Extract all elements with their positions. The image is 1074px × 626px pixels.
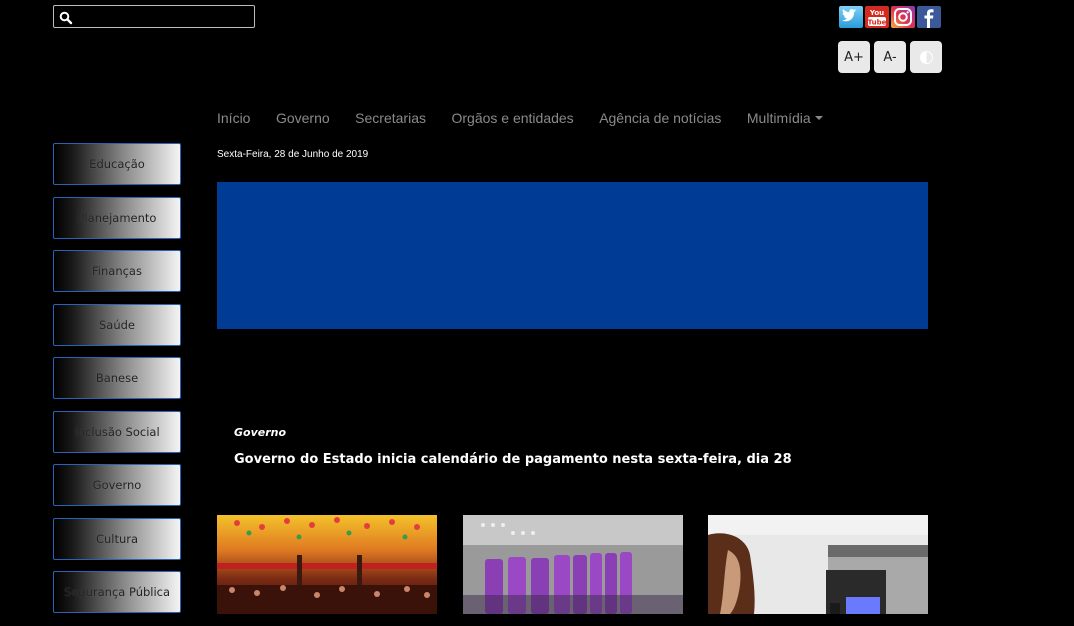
sidebar-item-label: Cultura xyxy=(95,531,139,546)
nav-item-multimidia-label: Multimídia xyxy=(746,110,811,126)
instagram-icon[interactable] xyxy=(891,6,915,28)
facebook-icon[interactable] xyxy=(917,6,941,28)
youtube-icon[interactable]: You Tube xyxy=(865,6,889,28)
sidebar-item-label: Banese xyxy=(95,371,139,385)
search-input[interactable] xyxy=(76,8,250,25)
search-field[interactable] xyxy=(53,5,255,28)
nav-item-orgaos[interactable]: Orgãos e entidades xyxy=(451,110,573,127)
twitter-icon[interactable] xyxy=(839,6,863,28)
svg-text:Tube: Tube xyxy=(868,19,887,27)
news-thumbnail-lab-equipment[interactable] xyxy=(708,515,928,614)
nav-item-secretarias[interactable]: Secretarias xyxy=(355,110,426,127)
news-title[interactable]: Governo do Estado inicia calendário de p… xyxy=(234,452,792,467)
search-icon xyxy=(59,10,73,25)
sidebar-item-label: Finanças xyxy=(92,264,142,278)
banner[interactable] xyxy=(217,182,928,329)
sidebar-item-label: Inclusão Social xyxy=(74,424,160,439)
chevron-down-icon xyxy=(814,116,823,120)
sidebar-item-financas[interactable]: Finanças xyxy=(53,250,181,292)
sidebar-item-seguranca-publica[interactable]: Segurança Pública xyxy=(53,571,181,613)
svg-text:You: You xyxy=(869,9,884,17)
nav-item-inicio[interactable]: Início xyxy=(217,110,250,127)
decrease-font-button[interactable]: A- xyxy=(874,41,906,73)
sidebar-item-label: Saúde xyxy=(98,317,135,332)
increase-font-button[interactable]: A+ xyxy=(838,41,870,73)
social-links: You Tube xyxy=(839,6,941,28)
contrast-button[interactable] xyxy=(910,41,942,73)
sidebar-item-educacao[interactable]: Educação xyxy=(53,143,181,185)
sidebar-item-planejamento[interactable]: Planejamento xyxy=(53,196,181,239)
sidebar-item-cultura[interactable]: Cultura xyxy=(53,517,181,560)
news-category[interactable]: Governo xyxy=(234,426,286,439)
sidebar-item-governo[interactable]: Governo xyxy=(53,464,181,506)
sidebar-item-label: Educação xyxy=(89,157,145,171)
main-nav: Início Governo Secretarias Orgãos e enti… xyxy=(217,110,848,127)
nav-item-agencia[interactable]: Agência de notícias xyxy=(599,110,721,127)
news-thumbnail-festival[interactable] xyxy=(217,515,437,614)
current-date: Sexta-Feira, 28 de Junho de 2019 xyxy=(217,149,369,160)
contrast-icon xyxy=(919,50,933,64)
accessibility-toolbar: A+ A- xyxy=(838,41,942,73)
sidebar-item-label: Planejamento xyxy=(77,210,157,225)
sidebar-item-label: Segurança Pública xyxy=(63,585,171,599)
nav-item-governo[interactable]: Governo xyxy=(276,110,330,127)
sidebar-item-saude[interactable]: Saúde xyxy=(53,303,181,346)
sidebar-item-label: Governo xyxy=(92,478,142,492)
sidebar: Educação Planejamento Finanças Saúde Ban… xyxy=(53,143,181,625)
sidebar-item-banese[interactable]: Banese xyxy=(53,357,181,399)
news-thumbnail-lab-tubes[interactable] xyxy=(463,515,683,614)
sidebar-item-inclusao-social[interactable]: Inclusão Social xyxy=(53,410,181,453)
nav-item-multimidia[interactable]: Multimídia xyxy=(747,110,823,127)
